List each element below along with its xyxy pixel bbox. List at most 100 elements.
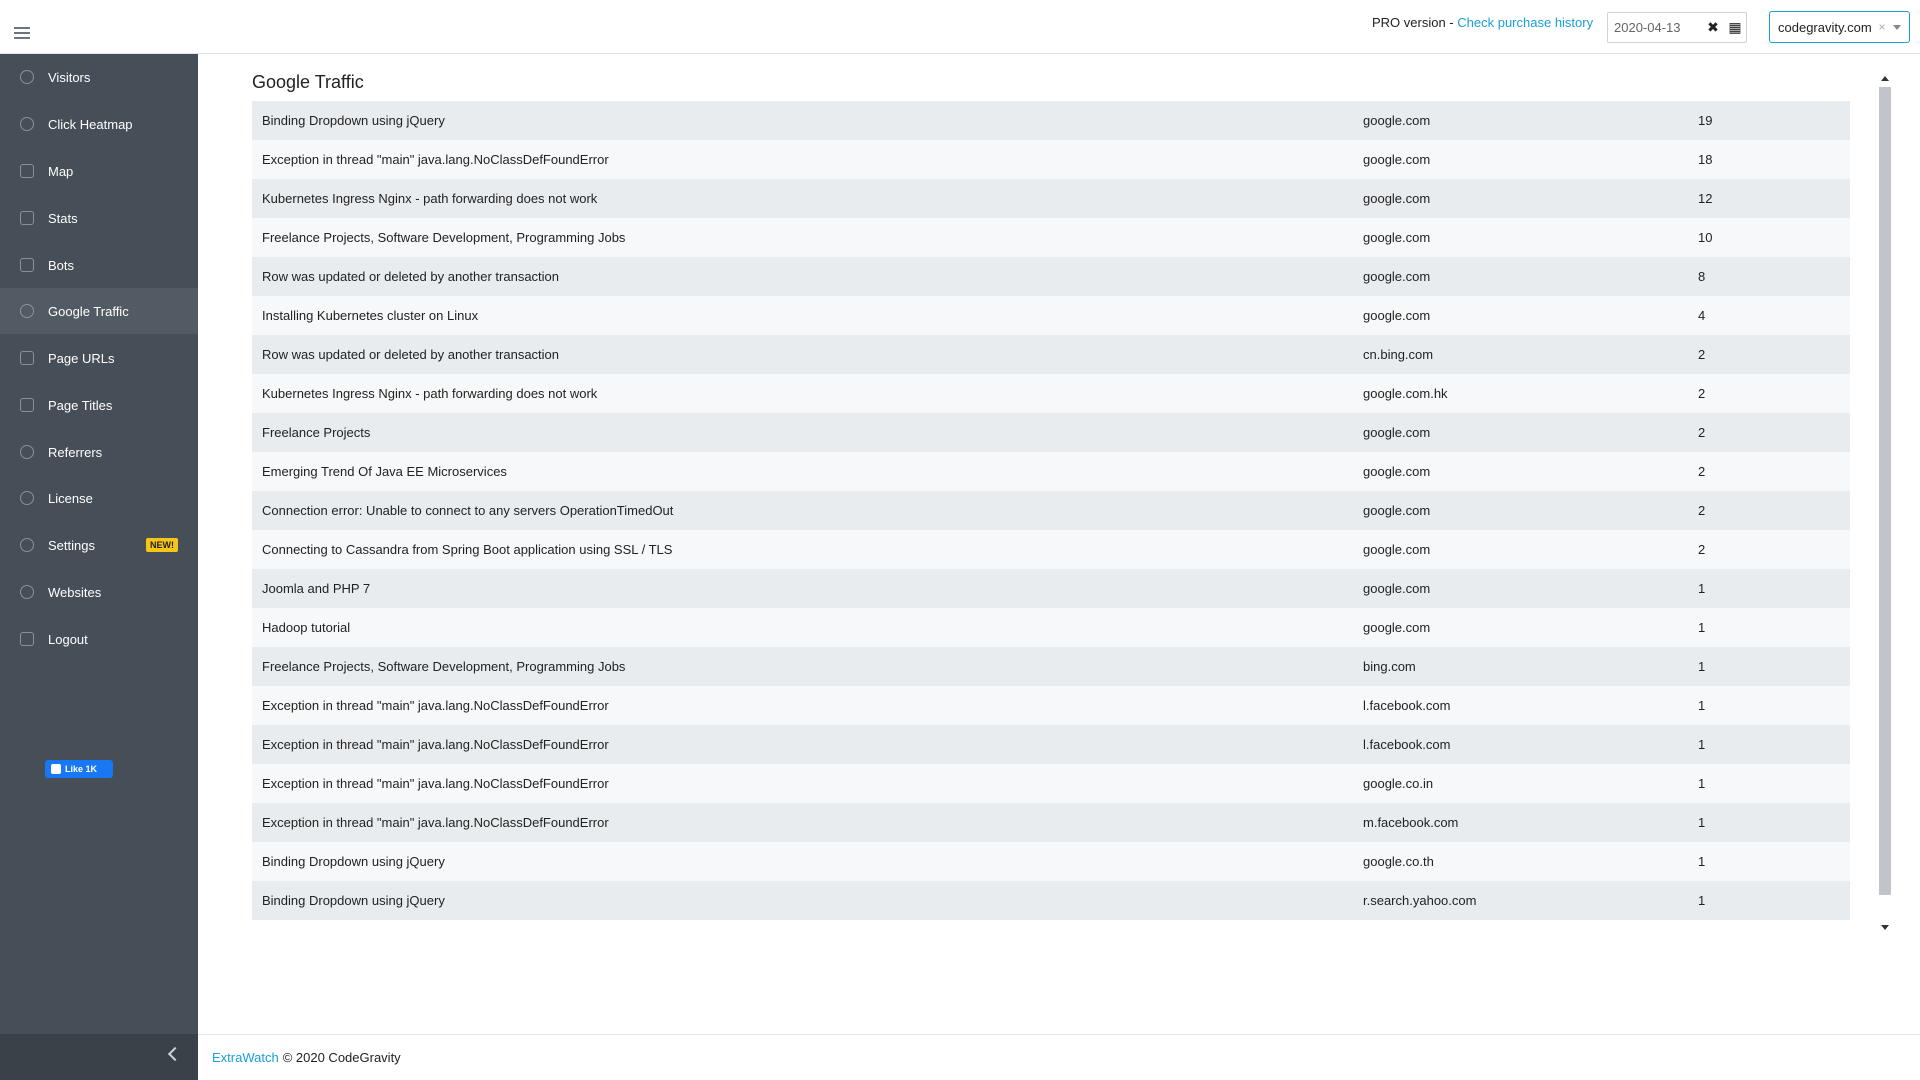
count-cell: 18 bbox=[1698, 152, 1713, 167]
page-title-cell: Binding Dropdown using jQuery bbox=[262, 893, 445, 908]
page-title-cell: Freelance Projects, Software Development… bbox=[262, 230, 626, 245]
collapse-sidebar-icon[interactable] bbox=[167, 1046, 183, 1062]
sidebar-item-page-titles[interactable]: Page Titles bbox=[0, 382, 198, 428]
table-row: Freelance Projects, Software Development… bbox=[252, 218, 1850, 257]
chevron-down-icon[interactable] bbox=[1893, 24, 1901, 30]
sidebar-item-bots[interactable]: Bots bbox=[0, 242, 198, 288]
page-title-cell: Binding Dropdown using jQuery bbox=[262, 113, 445, 128]
sidebar-item-license[interactable]: License bbox=[0, 475, 198, 521]
sidebar-item-label: Map bbox=[48, 163, 74, 179]
globe-icon bbox=[20, 585, 34, 599]
referrer-cell: google.com bbox=[1363, 542, 1431, 557]
sidebar-item-label: Page URLs bbox=[48, 350, 115, 366]
date-picker[interactable]: 2020-04-13 ✖ ▦ bbox=[1607, 12, 1747, 43]
referrer-cell: m.facebook.com bbox=[1363, 815, 1459, 830]
calendar-icon[interactable]: ▦ bbox=[1724, 19, 1746, 36]
referrer-cell: google.com bbox=[1363, 269, 1431, 284]
check-purchase-history-link[interactable]: Check purchase history bbox=[1457, 15, 1593, 30]
table-row: Exception in thread "main" java.lang.NoC… bbox=[252, 764, 1850, 803]
table-row: Exception in thread "main" java.lang.NoC… bbox=[252, 686, 1850, 725]
new-badge: NEW! bbox=[146, 538, 178, 552]
file-icon bbox=[20, 351, 34, 365]
fire-icon bbox=[20, 117, 34, 131]
sidebar-item-label: Click Heatmap bbox=[48, 116, 133, 132]
referrer-cell: bing.com bbox=[1363, 659, 1416, 674]
sidebar-item-logout[interactable]: Logout bbox=[0, 616, 198, 662]
clear-date-icon[interactable]: ✖ bbox=[1702, 19, 1724, 36]
sidebar-item-visitors[interactable]: Visitors bbox=[0, 54, 198, 100]
page-title-cell: Freelance Projects, Software Development… bbox=[262, 659, 626, 674]
website-select-value[interactable]: codegravity.com bbox=[1770, 20, 1875, 35]
pro-version-text: PRO version - bbox=[1372, 15, 1454, 30]
scroll-down-icon[interactable] bbox=[1881, 925, 1889, 930]
sidebar-item-label: Websites bbox=[48, 584, 102, 600]
sidebar-item-map[interactable]: Map bbox=[0, 148, 198, 194]
pro-version-notice: PRO version - Check purchase history bbox=[1372, 15, 1593, 30]
table-row: Freelance Projects, Software Development… bbox=[252, 647, 1850, 686]
table-row: Hadoop tutorial google.com 1 bbox=[252, 608, 1850, 647]
page-title-cell: Row was updated or deleted by another tr… bbox=[262, 269, 560, 284]
sidebar-item-label: License bbox=[48, 490, 93, 506]
main-content: Google Traffic Binding Dropdown using jQ… bbox=[198, 54, 1920, 1034]
count-cell: 12 bbox=[1698, 191, 1713, 206]
table-row: Installing Kubernetes cluster on Linux go… bbox=[252, 296, 1850, 335]
website-select[interactable]: codegravity.com × bbox=[1769, 11, 1910, 43]
referrer-cell: cn.bing.com bbox=[1363, 347, 1434, 362]
list-icon bbox=[20, 398, 34, 412]
sidebar-item-click-heatmap[interactable]: Click Heatmap bbox=[0, 101, 198, 147]
page-title-cell: Joomla and PHP 7 bbox=[262, 581, 371, 596]
count-cell: 2 bbox=[1698, 503, 1706, 518]
sidebar-item-page-urls[interactable]: Page URLs bbox=[0, 335, 198, 381]
referrer-cell: google.co.th bbox=[1363, 854, 1434, 869]
page-title-cell: Connection error: Unable to connect to a… bbox=[262, 503, 674, 518]
page-title-cell: Kubernetes Ingress Nginx - path forwardi… bbox=[262, 386, 598, 401]
scrollbar[interactable] bbox=[1878, 76, 1892, 930]
scroll-up-icon[interactable] bbox=[1881, 76, 1889, 81]
page-title: Google Traffic bbox=[252, 72, 364, 92]
page-title-cell: Connecting to Cassandra from Spring Boot… bbox=[262, 542, 673, 557]
referrer-cell: google.com bbox=[1363, 464, 1431, 479]
facebook-like-button[interactable]: Like 1K bbox=[45, 760, 113, 778]
referrer-cell: google.com bbox=[1363, 581, 1431, 596]
sidebar-item-label: Logout bbox=[48, 631, 88, 647]
referrer-cell: google.com bbox=[1363, 191, 1431, 206]
sidebar: Visitors Click Heatmap Map Stats Bots Go… bbox=[0, 54, 198, 1080]
count-cell: 1 bbox=[1698, 854, 1706, 869]
chart-line-icon bbox=[20, 211, 34, 225]
sidebar-item-label: Page Titles bbox=[48, 397, 113, 413]
count-cell: 2 bbox=[1698, 425, 1706, 440]
count-cell: 1 bbox=[1698, 581, 1706, 596]
user-icon bbox=[20, 70, 34, 84]
badge-icon bbox=[20, 491, 34, 505]
count-cell: 1 bbox=[1698, 659, 1706, 674]
count-cell: 1 bbox=[1698, 776, 1706, 791]
count-cell: 2 bbox=[1698, 542, 1706, 557]
page-title-cell: Freelance Projects bbox=[262, 425, 371, 440]
referrer-cell: l.facebook.com bbox=[1363, 698, 1451, 713]
sidebar-item-stats[interactable]: Stats bbox=[0, 195, 198, 241]
referrer-cell: google.com.hk bbox=[1363, 386, 1448, 401]
table-row: Kubernetes Ingress Nginx - path forwardi… bbox=[252, 374, 1850, 413]
page-title-cell: Exception in thread "main" java.lang.NoC… bbox=[262, 776, 609, 791]
page-title-cell: Exception in thread "main" java.lang.NoC… bbox=[262, 737, 609, 752]
referrer-cell: google.com bbox=[1363, 152, 1431, 167]
extrawatch-link[interactable]: ExtraWatch bbox=[212, 1050, 279, 1065]
date-input[interactable]: 2020-04-13 bbox=[1608, 20, 1702, 35]
gear-icon bbox=[20, 538, 34, 552]
referrer-cell: google.com bbox=[1363, 503, 1431, 518]
table-row: Exception in thread "main" java.lang.NoC… bbox=[252, 803, 1850, 842]
clear-website-icon[interactable]: × bbox=[1875, 20, 1889, 34]
table-row: Joomla and PHP 7 google.com 1 bbox=[252, 569, 1850, 608]
sidebar-item-google-traffic[interactable]: Google Traffic bbox=[0, 288, 198, 334]
count-cell: 2 bbox=[1698, 386, 1706, 401]
sidebar-item-settings[interactable]: Settings NEW! bbox=[0, 522, 198, 568]
hamburger-menu-icon[interactable] bbox=[14, 27, 30, 39]
referrer-cell: google.com bbox=[1363, 113, 1431, 128]
sidebar-item-websites[interactable]: Websites bbox=[0, 569, 198, 615]
scrollbar-thumb[interactable] bbox=[1879, 87, 1891, 895]
sidebar-item-referrers[interactable]: Referrers bbox=[0, 429, 198, 475]
referrer-cell: google.com bbox=[1363, 308, 1431, 323]
referrer-cell: l.facebook.com bbox=[1363, 737, 1451, 752]
table-row: Exception in thread "main" java.lang.NoC… bbox=[252, 140, 1850, 179]
table-row: Row was updated or deleted by another tr… bbox=[252, 257, 1850, 296]
